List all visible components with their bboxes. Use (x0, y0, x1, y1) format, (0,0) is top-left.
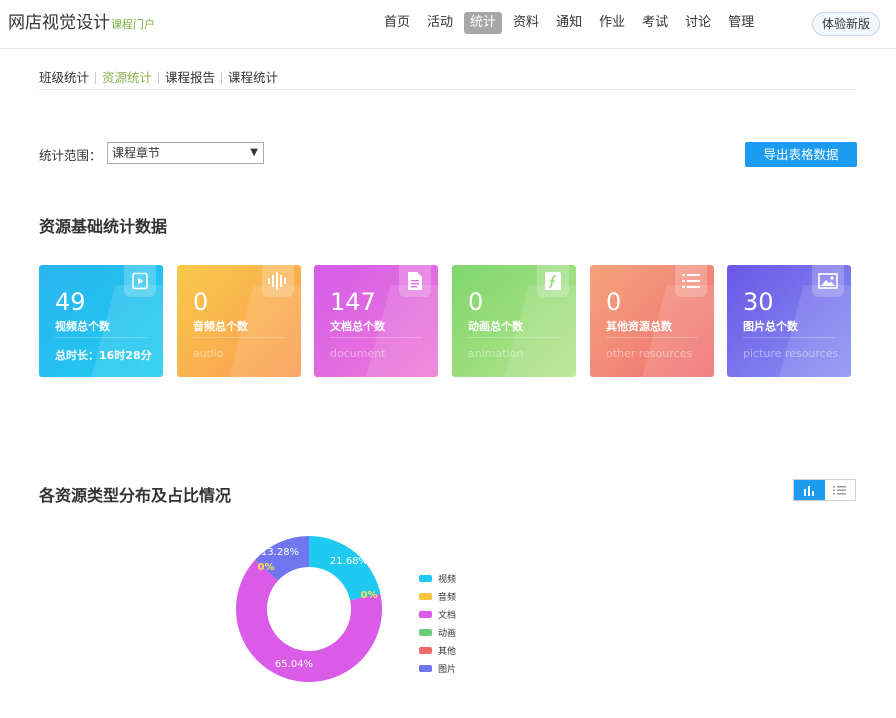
main-nav: 首页 活动 统计 资料 通知 作业 考试 讨论 管理 (378, 12, 765, 34)
card-divider (743, 337, 835, 338)
stat-card[interactable]: 147 文档总个数 document (314, 265, 438, 377)
legend-item[interactable]: 动画 (419, 623, 456, 641)
stat-card[interactable]: 0 其他资源总数 other resources (590, 265, 714, 377)
chart-legend: 视频音频文档动画其他图片 (419, 569, 456, 677)
basic-stats-title: 资源基础统计数据 (39, 217, 168, 236)
nav-item-3[interactable]: 资料 (507, 12, 545, 34)
subtab-1[interactable]: 资源统计 (95, 71, 158, 84)
nav-item-0[interactable]: 首页 (378, 12, 416, 34)
stat-card[interactable]: 0 音频总个数 audio (177, 265, 301, 377)
course-portal-label: 课程门户 (111, 18, 155, 31)
scope-label: 统计范围： (39, 148, 102, 163)
card-count: 0 (468, 288, 484, 316)
legend-swatch (419, 574, 432, 582)
nav-item-8[interactable]: 管理 (722, 12, 760, 34)
animation-icon (537, 265, 569, 297)
legend-swatch (419, 592, 432, 600)
nav-item-5[interactable]: 作业 (593, 12, 631, 34)
top-header: 网店视觉设计 课程门户 首页 活动 统计 资料 通知 作业 考试 讨论 管理 体验新版 (0, 0, 896, 49)
card-label: 其他资源总数 (606, 320, 672, 333)
card-count: 30 (743, 288, 774, 316)
brand[interactable]: 网店视觉设计 课程门户 (8, 8, 155, 33)
legend-item[interactable]: 音频 (419, 587, 456, 605)
card-count: 147 (330, 288, 376, 316)
legend-label: 动画 (438, 628, 457, 639)
stats-subtabs: 班级统计 资源统计 课程报告 课程统计 (39, 67, 856, 90)
card-divider (468, 337, 560, 338)
dropdown-arrow-icon: ▼ (250, 147, 258, 158)
export-table-button[interactable]: 导出表格数据 (745, 142, 857, 167)
list-icon (675, 265, 707, 297)
bar-chart-icon (804, 485, 815, 496)
card-count: 49 (55, 288, 86, 316)
nav-item-6[interactable]: 考试 (636, 12, 674, 34)
nav-item-1[interactable]: 活动 (421, 12, 459, 34)
card-divider (330, 337, 422, 338)
course-title: 网店视觉设计 (8, 13, 110, 33)
nav-item-7[interactable]: 讨论 (679, 12, 717, 34)
card-subtext: animation (468, 347, 524, 360)
stat-card[interactable]: 49 视频总个数总时长：16时28分 (39, 265, 163, 377)
card-divider (193, 337, 285, 338)
distribution-title: 各资源类型分布及占比情况 (39, 486, 232, 505)
audio-icon (262, 265, 294, 297)
card-count: 0 (606, 288, 622, 316)
legend-label: 文档 (438, 610, 457, 621)
chart-view-button[interactable] (794, 480, 825, 500)
card-label: 视频总个数 (55, 320, 110, 333)
donut-data-label: 0% (361, 590, 378, 601)
legend-label: 图片 (438, 664, 457, 675)
card-subtext: picture resources (743, 347, 839, 360)
subtab-0[interactable]: 班级统计 (39, 71, 95, 84)
resource-donut-chart: 21.68% 0% 65.04% 0% 13.28% (236, 536, 382, 682)
stat-card[interactable]: 0 动画总个数 animation (452, 265, 576, 377)
video-icon (124, 265, 156, 297)
scope-select-value: 课程章节 (112, 146, 161, 160)
try-new-version-button[interactable]: 体验新版 (812, 12, 880, 36)
legend-label: 视频 (438, 574, 457, 585)
card-subtext: audio (193, 347, 224, 360)
legend-swatch (419, 664, 432, 672)
legend-swatch (419, 610, 432, 618)
legend-item[interactable]: 图片 (419, 659, 456, 677)
legend-label: 其他 (438, 646, 457, 657)
card-count: 0 (193, 288, 209, 316)
picture-icon (812, 265, 844, 297)
legend-swatch (419, 646, 432, 654)
card-subtext: 总时长：16时28分 (55, 349, 152, 362)
legend-item[interactable]: 其他 (419, 641, 456, 659)
legend-swatch (419, 628, 432, 636)
donut-data-label: 65.04% (275, 659, 313, 670)
nav-item-2[interactable]: 统计 (464, 12, 503, 34)
subtab-3[interactable]: 课程统计 (221, 71, 284, 84)
view-toggle (793, 479, 856, 501)
donut-data-label: 0% (258, 562, 275, 573)
card-divider (55, 337, 147, 338)
scope-select[interactable]: 课程章节 ▼ (107, 142, 264, 164)
list-view-button[interactable] (825, 480, 856, 500)
card-divider (606, 337, 698, 338)
legend-item[interactable]: 文档 (419, 605, 456, 623)
card-label: 动画总个数 (468, 320, 523, 333)
card-label: 文档总个数 (330, 320, 385, 333)
card-label: 音频总个数 (193, 320, 248, 333)
card-label: 图片总个数 (743, 320, 798, 333)
stat-card[interactable]: 30 图片总个数 picture resources (727, 265, 851, 377)
legend-label: 音频 (438, 592, 457, 603)
donut-data-label: 13.28% (261, 547, 299, 558)
card-subtext: document (330, 347, 386, 360)
list-icon (833, 486, 847, 495)
nav-item-4[interactable]: 通知 (550, 12, 588, 34)
legend-item[interactable]: 视频 (419, 569, 456, 587)
donut-data-label: 21.68% (330, 556, 368, 567)
card-subtext: other resources (606, 347, 693, 360)
subtab-2[interactable]: 课程报告 (158, 71, 221, 84)
document-icon (399, 265, 431, 297)
